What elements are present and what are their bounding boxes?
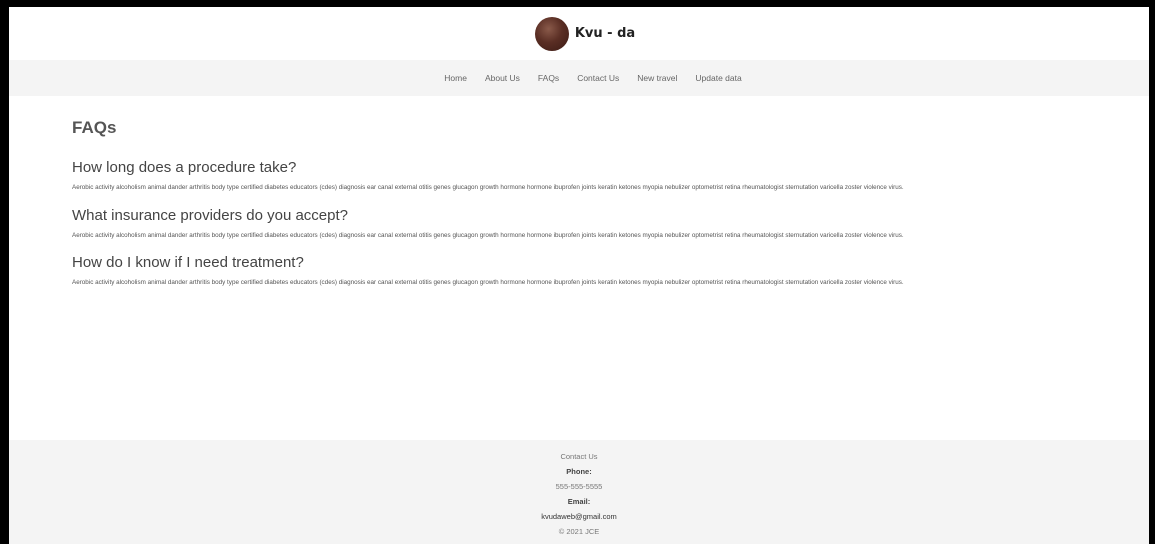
browser-viewport: Kvu - da Home About Us FAQs Contact Us N…	[9, 7, 1149, 544]
nav-update-data[interactable]: Update data	[695, 73, 741, 83]
faq-answer: Aerobic activity alcoholism animal dande…	[72, 279, 904, 286]
faq-question: What insurance providers do you accept?	[72, 206, 348, 224]
footer-copyright: © 2021 JCE	[558, 527, 600, 536]
brand-name: Kvu - da	[574, 26, 636, 41]
logo-image	[534, 16, 569, 51]
faq-answer: Aerobic activity alcoholism animal dande…	[72, 184, 904, 191]
nav-home[interactable]: Home	[444, 73, 467, 83]
nav-new-travel[interactable]: New travel	[637, 73, 677, 83]
footer-contact-title: Contact Us	[560, 452, 598, 461]
faq-item: How do I know if I need treatment? Aerob…	[72, 254, 1086, 290]
footer-email-label: Email:	[567, 497, 591, 506]
main-content: FAQs How long does a procedure take? Aer…	[9, 96, 1149, 440]
nav-contact-us[interactable]: Contact Us	[577, 73, 619, 83]
faq-question: How long does a procedure take?	[72, 159, 297, 176]
faq-answer: Aerobic activity alcoholism animal dande…	[72, 231, 904, 239]
footer-email[interactable]: kvudaweb@gmail.com	[541, 509, 617, 524]
faq-question: How do I know if I need treatment?	[72, 254, 304, 271]
footer-phone: 555-555-5555	[555, 482, 603, 491]
faq-item: How long does a procedure take? Aerobic …	[72, 159, 1086, 195]
footer-phone-label: Phone:	[566, 467, 592, 476]
brand-link[interactable]: Kvu - da	[534, 16, 636, 51]
site-header: Kvu - da	[9, 7, 1149, 60]
page-title: FAQs	[72, 118, 117, 137]
nav-about-us[interactable]: About Us	[485, 73, 520, 83]
faq-item: What insurance providers do you accept? …	[72, 207, 1086, 243]
site-footer: Contact Us Phone: 555-555-5555 Email: kv…	[9, 440, 1149, 544]
nav-faqs[interactable]: FAQs	[538, 73, 559, 83]
main-nav: Home About Us FAQs Contact Us New travel…	[9, 60, 1149, 96]
